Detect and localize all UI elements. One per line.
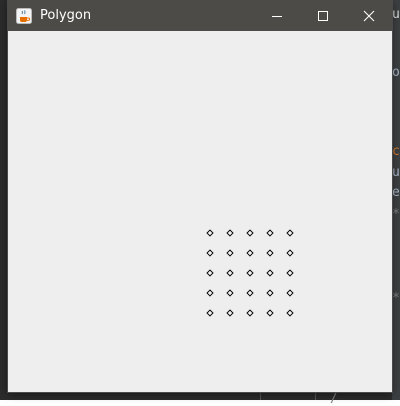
- backdrop-fragment: u: [392, 7, 400, 22]
- diamond-marker: [226, 289, 234, 297]
- close-icon: [363, 10, 375, 21]
- backdrop-fragment: /: [330, 391, 338, 406]
- window-title: Polygon: [40, 8, 92, 23]
- diamond-marker: [266, 269, 274, 277]
- diamond-marker: [246, 249, 254, 257]
- window-titlebar[interactable]: Polygon: [8, 0, 392, 31]
- backdrop-fragment: e: [392, 185, 400, 200]
- backdrop-fragment: o: [392, 65, 400, 80]
- diamond-marker: [246, 309, 254, 317]
- backdrop-fragment: u: [392, 165, 400, 180]
- diamond-marker: [286, 269, 294, 277]
- diamond-marker: [286, 309, 294, 317]
- backdrop-divider: [260, 392, 261, 400]
- diamond-marker: [286, 289, 294, 297]
- diamond-marker: [226, 229, 234, 237]
- maximize-icon: [318, 10, 328, 21]
- diamond-marker: [246, 289, 254, 297]
- diamond-marker: [266, 309, 274, 317]
- diamond-marker: [206, 229, 214, 237]
- diamond-marker: [266, 229, 274, 237]
- diamond-marker: [286, 229, 294, 237]
- diamond-marker: [206, 289, 214, 297]
- java-coffee-icon[interactable]: [16, 7, 32, 24]
- diamond-marker: [206, 309, 214, 317]
- diamond-marker: [246, 229, 254, 237]
- minimize-icon: [272, 15, 282, 17]
- diamond-marker: [226, 269, 234, 277]
- diamond-marker: [226, 309, 234, 317]
- backdrop-editor-strip: [392, 0, 400, 400]
- diamond-marker: [206, 269, 214, 277]
- backdrop-divider: [315, 392, 316, 400]
- point-grid: [206, 229, 294, 317]
- polygon-window: Polygon: [8, 0, 392, 392]
- close-button[interactable]: [346, 0, 392, 31]
- diamond-marker: [206, 249, 214, 257]
- backdrop-fragment: c: [392, 144, 400, 159]
- diamond-marker: [226, 249, 234, 257]
- diamond-marker: [266, 249, 274, 257]
- diamond-marker: [266, 289, 274, 297]
- diamond-marker: [246, 269, 254, 277]
- diamond-marker: [286, 249, 294, 257]
- drawing-canvas[interactable]: [8, 31, 392, 392]
- maximize-button[interactable]: [300, 0, 346, 31]
- minimize-button[interactable]: [254, 0, 300, 31]
- backdrop-fragment: *: [392, 207, 400, 222]
- backdrop-fragment: *: [392, 291, 400, 306]
